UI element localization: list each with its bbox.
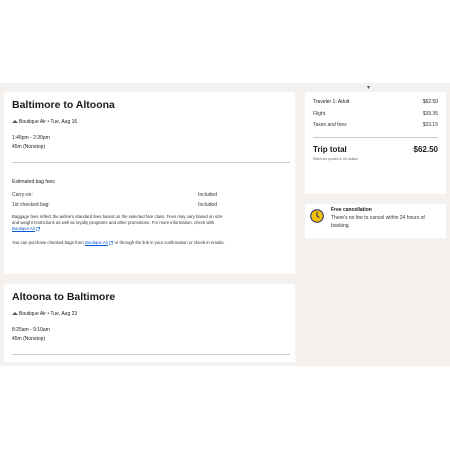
return-flight-card: Altoona to Baltimore Boutique Air • Tue,… (4, 284, 295, 362)
trip-total-label: Trip total (313, 145, 347, 154)
external-link-icon[interactable] (109, 240, 114, 245)
flight-price-value: $39.35 (422, 111, 438, 117)
outbound-airline-date: Boutique Air • Tue, Aug 16 (19, 119, 78, 125)
return-airline-date: Boutique Air • Tue, Aug 23 (19, 311, 78, 317)
checked-bag-value: Included (198, 202, 217, 208)
divider (12, 162, 290, 163)
flight-price-label: Flight (313, 111, 326, 117)
outbound-flight-card: Baltimore to Altoona Boutique Air • Tue,… (4, 92, 295, 274)
traveler-row[interactable]: Traveler 1: Adult $62.50 (313, 99, 438, 105)
checked-bag-label: 1st checked bag: (12, 202, 50, 208)
purchase-bags-note: You can purchase checked bags from Bouti… (12, 240, 227, 246)
traveler-value: $62.50 (422, 99, 438, 105)
taxes-label: Taxes and fees (313, 122, 347, 128)
free-cancellation-title: Free cancellation (331, 207, 372, 213)
external-link-icon[interactable] (36, 226, 41, 231)
taxes-row: Taxes and fees $23.15 (313, 122, 438, 128)
airline-logo-icon (12, 120, 18, 123)
airline-logo-icon (12, 312, 18, 315)
baggage-disclaimer-text: Baggage fees reflect the airline's stand… (12, 214, 223, 225)
checked-bag-row: 1st checked bag: Included (12, 202, 217, 208)
carry-on-label: Carry-on: (12, 192, 33, 198)
return-times: 8:25am - 9:10am (12, 327, 50, 333)
outbound-airline-row: Boutique Air • Tue, Aug 16 (12, 119, 77, 125)
clock-icon (310, 209, 324, 223)
free-cancellation-text: There's no fee to cancel within 24 hours… (331, 215, 425, 229)
chevron-down-icon[interactable]: ▾ (367, 84, 370, 91)
purchase-bags-text-end: or through the link in your confirmation… (114, 240, 225, 245)
airline-link-2[interactable]: Boutique Air (85, 240, 108, 245)
return-duration: 45m (Nonstop) (12, 336, 46, 342)
flight-price-row: Flight $39.35 (313, 111, 438, 117)
airline-link[interactable]: Boutique Air (12, 226, 35, 231)
baggage-disclaimer: Baggage fees reflect the airline's stand… (12, 214, 227, 232)
bag-fees-title: Estimated bag fees (12, 179, 55, 185)
carry-on-row: Carry-on: Included (12, 192, 217, 198)
price-summary-card: ▾ Traveler 1: Adult $62.50 Flight $39.35… (305, 85, 446, 194)
outbound-title: Baltimore to Altoona (12, 99, 115, 111)
purchase-bags-text: You can purchase checked bags from (12, 240, 84, 245)
carry-on-value: Included (198, 192, 217, 198)
currency-note: Rates are quoted in US dollars (313, 157, 358, 161)
outbound-times: 1:45pm - 2:30pm (12, 135, 50, 141)
free-cancellation-card: Free cancellation There's no fee to canc… (305, 204, 446, 238)
return-airline-row: Boutique Air • Tue, Aug 23 (12, 311, 77, 317)
return-title: Altoona to Baltimore (12, 291, 116, 303)
content-area: Baltimore to Altoona Boutique Air • Tue,… (0, 83, 450, 366)
trip-total-value: $62.50 (413, 145, 438, 154)
divider (313, 137, 438, 138)
divider (12, 354, 290, 355)
outbound-duration: 45m (Nonstop) (12, 144, 46, 150)
taxes-value: $23.15 (422, 122, 438, 128)
traveler-label: Traveler 1: Adult (313, 99, 350, 105)
